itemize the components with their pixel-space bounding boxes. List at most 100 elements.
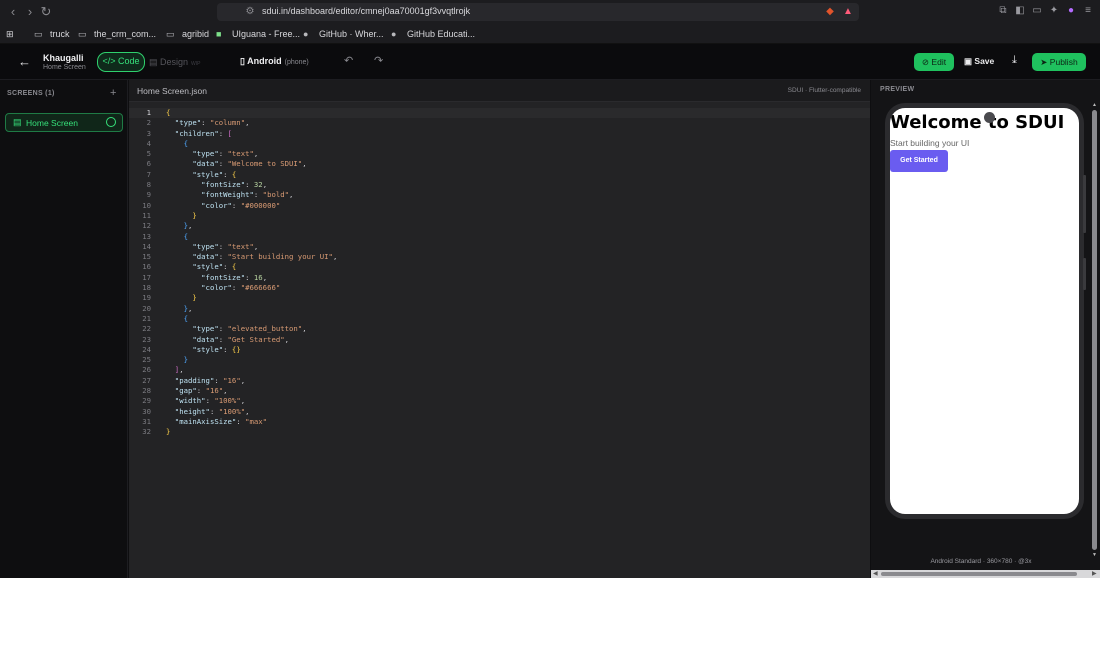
edit-button[interactable]: ⊘ Edit (914, 53, 954, 71)
line-number: 30 (142, 406, 151, 416)
bookmark-github-where[interactable]: ● GitHub · Wher... (303, 27, 384, 41)
code-area[interactable]: 1{2 "type": "column", 3 "children": [4 {5… (129, 108, 870, 438)
code-line[interactable]: 8 "fontSize": 32, (129, 180, 870, 190)
code-line[interactable]: 15 "data": "Start building your UI", (129, 252, 870, 262)
undo-icon[interactable]: ↶ (344, 54, 353, 68)
line-number: 12 (142, 221, 151, 231)
apps-icon[interactable]: ⊞ (6, 27, 14, 41)
code-line[interactable]: 25 } (129, 355, 870, 365)
extensions-icon[interactable]: ⧉ (996, 4, 1010, 18)
profile-icon[interactable]: ● (1064, 4, 1078, 18)
code-text: "color": "#000000" (201, 200, 281, 210)
scroll-right-icon[interactable]: ▶ (1092, 570, 1097, 578)
code-line[interactable]: 14 "type": "text", (129, 242, 870, 252)
preview-panel: PREVIEW Welcome to SDUI Start building y… (871, 80, 1100, 578)
back-icon[interactable]: ‹ (5, 4, 21, 20)
code-line[interactable]: 30 "height": "100%", (129, 407, 870, 417)
code-line[interactable]: 17 "fontSize": 16, (129, 273, 870, 283)
code-line[interactable]: 11 } (129, 211, 870, 221)
code-line[interactable]: 3 "children": [ (129, 129, 870, 139)
platform-selector[interactable]: ▯ Android (phone) (240, 56, 309, 67)
brave-shield-icon[interactable]: ◆ (824, 6, 836, 18)
scroll-left-icon[interactable]: ◀ (873, 570, 878, 578)
scroll-down-icon[interactable]: ▼ (1091, 552, 1098, 558)
horizontal-scrollbar[interactable]: ◀ ▶ (871, 570, 1100, 578)
code-line[interactable]: 2 "type": "column", (129, 118, 870, 128)
edit-icon: ⊘ (921, 57, 930, 67)
line-number: 28 (142, 386, 151, 396)
phone-screen: Welcome to SDUI Start building your UI G… (890, 108, 1079, 514)
line-number: 2 (146, 118, 151, 128)
site-settings-icon[interactable]: ⚙ (244, 6, 256, 18)
save-button[interactable]: ▣ Save (964, 56, 994, 67)
code-line[interactable]: 19 } (129, 293, 870, 303)
wallet-icon[interactable]: ▭ (1030, 4, 1044, 18)
phone-icon: ▯ (240, 56, 245, 66)
download-icon[interactable]: ⤓ (1012, 54, 1017, 67)
code-line[interactable]: 18 "color": "#666666" (129, 283, 870, 293)
preview-get-started-button[interactable]: Get Started (890, 150, 948, 172)
code-line[interactable]: 5 "type": "text", (129, 149, 870, 159)
leo-icon[interactable]: ✦ (1047, 4, 1061, 18)
back-arrow-icon[interactable]: ← (18, 55, 31, 69)
code-line[interactable]: 16 "style": { (129, 262, 870, 272)
code-line[interactable]: 31 "mainAxisSize": "max" (129, 417, 870, 427)
scrollbar-thumb[interactable] (881, 572, 1077, 576)
code-line[interactable]: 28 "gap": "16", (129, 386, 870, 396)
bookmark-agribid[interactable]: ▭ agribid (166, 27, 209, 41)
bookmark-github-education[interactable]: ● GitHub Educati... (391, 27, 475, 41)
tab-code[interactable]: </> Code (97, 52, 145, 72)
line-number: 13 (142, 231, 151, 241)
code-text: "type": "elevated_button", (192, 324, 307, 334)
screens-heading: SCREENS (1) (7, 90, 55, 97)
scroll-up-icon[interactable]: ▲ (1091, 102, 1098, 108)
line-number: 18 (142, 283, 151, 293)
send-icon: ➤ (1040, 57, 1048, 67)
reload-icon[interactable]: ↻ (38, 4, 54, 20)
code-line[interactable]: 20 }, (129, 304, 870, 314)
bookmark-crm[interactable]: ▭ the_crm_com... (78, 27, 156, 41)
bookmark-truck[interactable]: ▭ truck (34, 27, 70, 41)
code-line[interactable]: 22 "type": "elevated_button", (129, 324, 870, 334)
code-line[interactable]: 23 "data": "Get Started", (129, 335, 870, 345)
bookmark-uiguana[interactable]: ■ UIguana - Free... (216, 27, 300, 41)
code-line[interactable]: 26 ], (129, 365, 870, 375)
code-text: "padding": "16", (174, 375, 246, 385)
code-line[interactable]: 24 "style": {} (129, 345, 870, 355)
code-text: "style": { (192, 169, 237, 179)
code-line[interactable]: 32} (129, 427, 870, 437)
code-text: "color": "#666666" (201, 283, 281, 293)
add-screen-icon[interactable]: + (110, 87, 116, 99)
code-line[interactable]: 9 "fontWeight": "bold", (129, 190, 870, 200)
redo-icon[interactable]: ↷ (374, 54, 383, 68)
code-line[interactable]: 4 { (129, 139, 870, 149)
sidebar-item-home-screen[interactable]: ▤ Home Screen (5, 113, 123, 132)
code-line[interactable]: 1{ (129, 108, 870, 119)
sidebar-icon[interactable]: ◧ (1013, 4, 1027, 18)
code-text: { (166, 108, 171, 117)
tab-design[interactable]: ▤ Design WIP (149, 52, 209, 72)
code-line[interactable]: 27 "padding": "16", (129, 376, 870, 386)
code-line[interactable]: 13 { (129, 232, 870, 242)
line-number: 8 (146, 180, 151, 190)
line-number: 9 (146, 190, 151, 200)
code-line[interactable]: 10 "color": "#000000" (129, 201, 870, 211)
code-line[interactable]: 6 "data": "Welcome to SDUI", (129, 159, 870, 169)
address-bar[interactable]: ⚙ sdui.in/dashboard/editor/cmnej0aa70001… (217, 3, 859, 21)
rewards-icon[interactable]: ▲ (842, 6, 854, 18)
code-line[interactable]: 12 }, (129, 221, 870, 231)
bookmarks-bar: ⊞ ▭ truck ▭ the_crm_com... ▭ agribid ■ UIgua… (0, 24, 1100, 44)
code-line[interactable]: 29 "width": "100%", (129, 396, 870, 406)
publish-button[interactable]: ➤ Publish (1032, 53, 1086, 71)
code-line[interactable]: 7 "style": { (129, 170, 870, 180)
line-number: 11 (142, 210, 151, 220)
menu-icon[interactable]: ≡ (1081, 4, 1095, 18)
vertical-scrollbar[interactable] (1092, 110, 1097, 550)
code-text: } (183, 355, 188, 365)
code-text: "fontSize": 32, (201, 180, 268, 190)
folder-icon: ▭ (78, 29, 87, 39)
code-line[interactable]: 21 { (129, 314, 870, 324)
line-number: 14 (142, 241, 151, 251)
forward-icon[interactable]: › (22, 4, 38, 20)
line-number: 17 (142, 272, 151, 282)
